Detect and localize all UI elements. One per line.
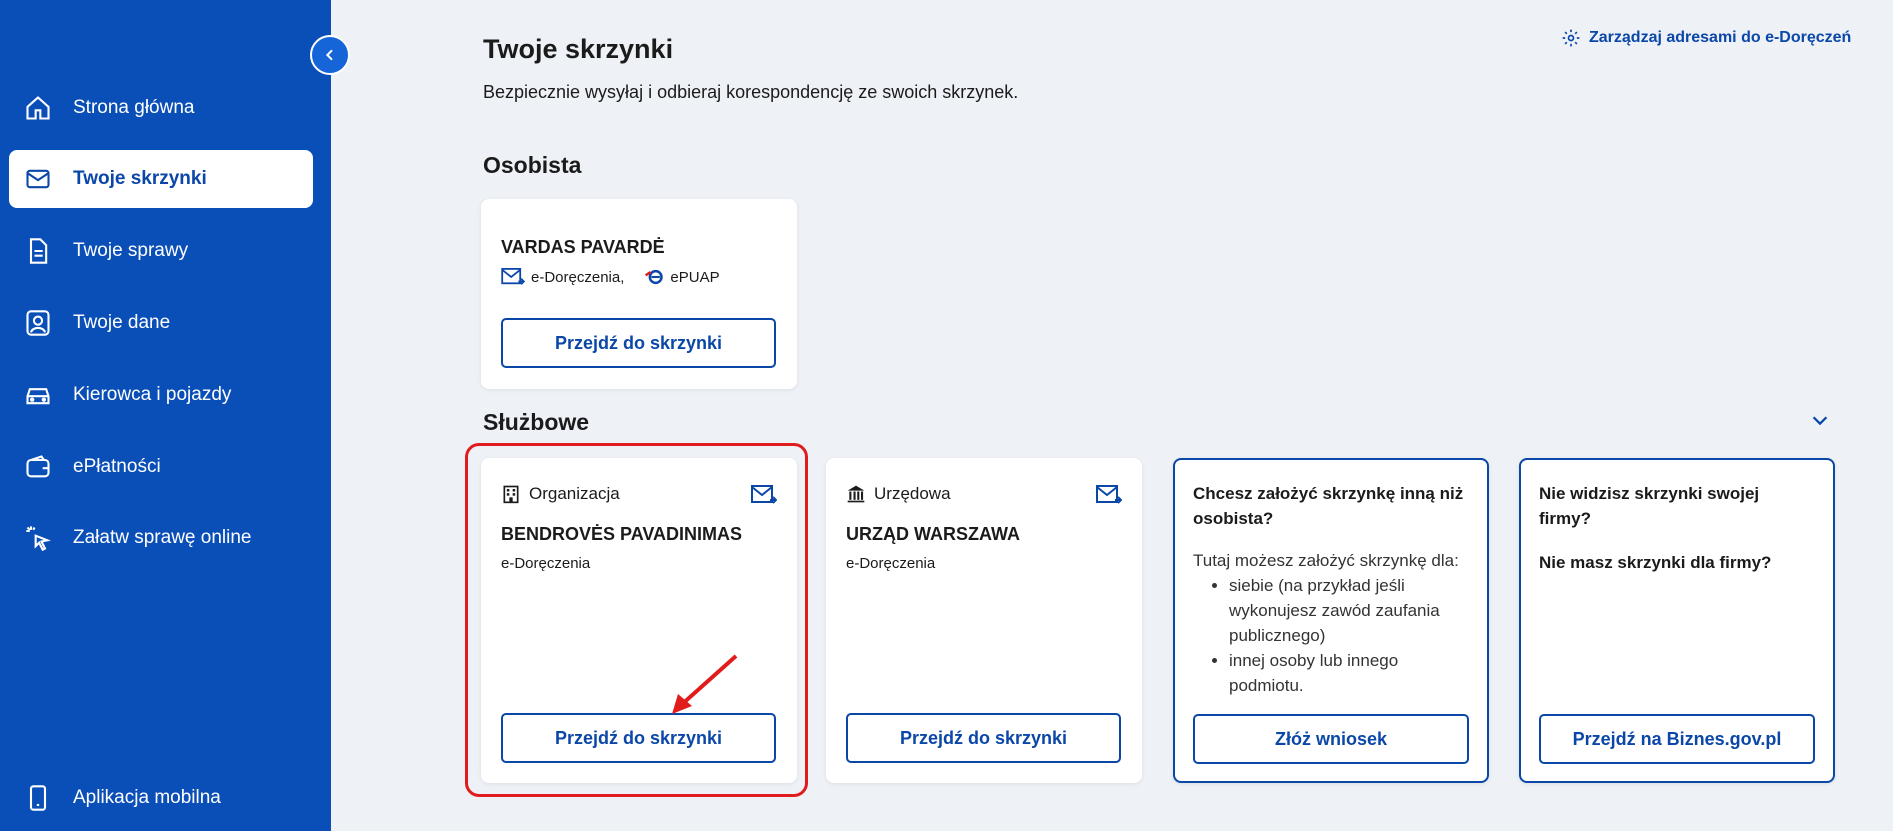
- mailbox-service: e-Doręczenia: [846, 555, 936, 572]
- create-mailbox-info-card: Chcesz założyć skrzynkę inną niż osobist…: [1173, 458, 1489, 783]
- chevron-left-icon: [325, 49, 333, 61]
- sidebar-collapse-button[interactable]: [310, 35, 350, 75]
- sidebar-item-label: Strona główna: [73, 97, 195, 118]
- cursor-click-icon: [23, 523, 53, 553]
- section-title-personal: Osobista: [483, 152, 582, 178]
- mailbox-type: Urzędowa: [846, 484, 951, 504]
- submit-application-button[interactable]: Złóż wniosek: [1193, 714, 1469, 764]
- wallet-icon: [23, 452, 53, 482]
- sidebar-item-online[interactable]: Załatw sprawę online: [9, 509, 313, 567]
- info-title: Chcesz założyć skrzynkę inną niż osobist…: [1193, 484, 1464, 528]
- info-intro: Tutaj możesz założyć skrzynkę dla:: [1193, 551, 1459, 570]
- document-icon: [23, 236, 53, 266]
- info-list: siebie (na przykład jeśli wykonujesz zaw…: [1209, 573, 1474, 698]
- sidebar-item-mailboxes[interactable]: Twoje skrzynki: [9, 150, 313, 208]
- phone-icon: [23, 783, 53, 813]
- mailbox-services: e-Doręczenia, ePUAP: [501, 267, 720, 287]
- red-arrow-icon: [672, 654, 738, 714]
- sidebar-item-label: Twoje sprawy: [73, 240, 189, 261]
- info-title-secondary: Nie masz skrzynki dla firmy?: [1539, 553, 1772, 572]
- e-doreczenia-icon: [501, 268, 525, 285]
- section-title-business: Służbowe: [483, 409, 590, 435]
- manage-addresses-link[interactable]: Zarządzaj adresami do e-Doręczeń: [1561, 28, 1851, 48]
- sidebar-item-data[interactable]: Twoje dane: [9, 294, 313, 352]
- envelope-icon: [23, 164, 53, 194]
- chevron-up-icon[interactable]: [1809, 409, 1831, 431]
- sidebar-item-label: Załatw sprawę online: [73, 527, 252, 548]
- car-icon: [23, 380, 53, 410]
- personal-mailbox-card: VARDAS PAVARDĖ e-Doręczenia, ePUAP Przej…: [481, 199, 797, 389]
- sidebar-item-label: ePłatności: [73, 456, 161, 477]
- sidebar-item-cases[interactable]: Twoje sprawy: [9, 222, 313, 280]
- highlight-frame: [465, 443, 808, 797]
- mailbox-owner-name: URZĄD WARSZAWA: [846, 524, 1020, 544]
- mailbox-owner-name: VARDAS PAVARDĖ: [501, 237, 665, 257]
- sidebar-item-mobile-app[interactable]: Aplikacja mobilna: [9, 769, 313, 827]
- list-item: siebie (na przykład jeśli wykonujesz zaw…: [1229, 573, 1474, 648]
- gear-icon: [1562, 29, 1580, 47]
- epuap-icon: [645, 269, 664, 285]
- list-item: innej osoby lub innego podmiotu.: [1229, 648, 1474, 698]
- sidebar-item-payments[interactable]: ePłatności: [9, 438, 313, 496]
- sidebar-item-label: Twoje dane: [73, 312, 171, 333]
- sidebar-item-vehicles[interactable]: Kierowca i pojazdy: [9, 366, 313, 424]
- go-to-mailbox-button[interactable]: Przejdź do skrzynki: [846, 713, 1121, 763]
- home-icon: [23, 93, 53, 123]
- e-doreczenia-icon: [1096, 485, 1122, 504]
- sidebar: Strona główna Twoje skrzynki Twoje spraw…: [0, 0, 331, 831]
- sidebar-item-label: Kierowca i pojazdy: [73, 384, 232, 405]
- sidebar-item-label: Aplikacja mobilna: [73, 787, 221, 808]
- office-mailbox-card: Urzędowa URZĄD WARSZAWA e-Doręczenia Prz…: [826, 458, 1142, 783]
- sidebar-item-label: Twoje skrzynki: [73, 168, 207, 189]
- firm-mailbox-info-card: Nie widzisz skrzynki swojej firmy? Nie m…: [1519, 458, 1835, 783]
- page-description: Bezpiecznie wysyłaj i odbieraj korespond…: [483, 82, 1019, 102]
- page-title: Twoje skrzynki: [483, 34, 674, 64]
- user-icon: [23, 308, 53, 338]
- info-title: Nie widzisz skrzynki swojej firmy?: [1539, 484, 1760, 528]
- go-to-mailbox-button[interactable]: Przejdź do skrzynki: [501, 318, 776, 368]
- go-to-biznes-gov-button[interactable]: Przejdź na Biznes.gov.pl: [1539, 714, 1815, 764]
- sidebar-item-home[interactable]: Strona główna: [9, 79, 313, 137]
- government-building-icon: [847, 485, 865, 503]
